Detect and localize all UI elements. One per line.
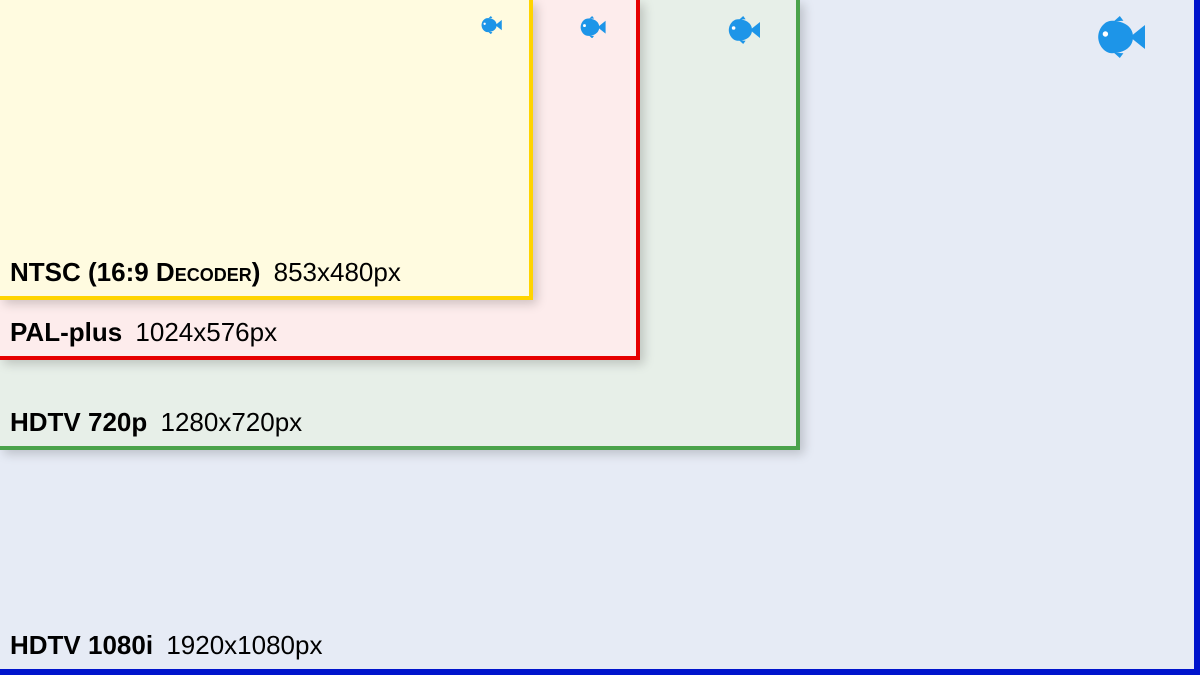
fish-icon xyxy=(1097,16,1157,58)
resolution-comparison-diagram: HDTV 1080i 1920x1080px HDTV 720p 1280x72… xyxy=(0,0,1200,675)
format-dimensions: 1920x1080px xyxy=(166,630,322,660)
format-name: PAL-plus xyxy=(10,317,122,347)
label-hdtv-720p: HDTV 720p 1280x720px xyxy=(10,407,302,438)
label-pal-plus: PAL-plus 1024x576px xyxy=(10,317,277,348)
format-dimensions: 853x480px xyxy=(274,257,401,287)
box-ntsc: NTSC (16:9 Decoder) 853x480px xyxy=(0,0,533,300)
label-hdtv-1080i: HDTV 1080i 1920x1080px xyxy=(10,630,322,661)
format-name: NTSC xyxy=(10,257,81,287)
label-ntsc: NTSC (16:9 Decoder) 853x480px xyxy=(10,257,401,288)
format-dimensions: 1024x576px xyxy=(135,317,277,347)
fish-icon xyxy=(728,16,768,44)
format-dimensions: 1280x720px xyxy=(161,407,303,437)
fish-icon xyxy=(481,16,507,34)
fish-icon xyxy=(580,16,612,38)
format-name: HDTV 720p xyxy=(10,407,147,437)
format-name: HDTV 1080i xyxy=(10,630,153,660)
format-qualifier: (16:9 Decoder) xyxy=(88,257,260,287)
